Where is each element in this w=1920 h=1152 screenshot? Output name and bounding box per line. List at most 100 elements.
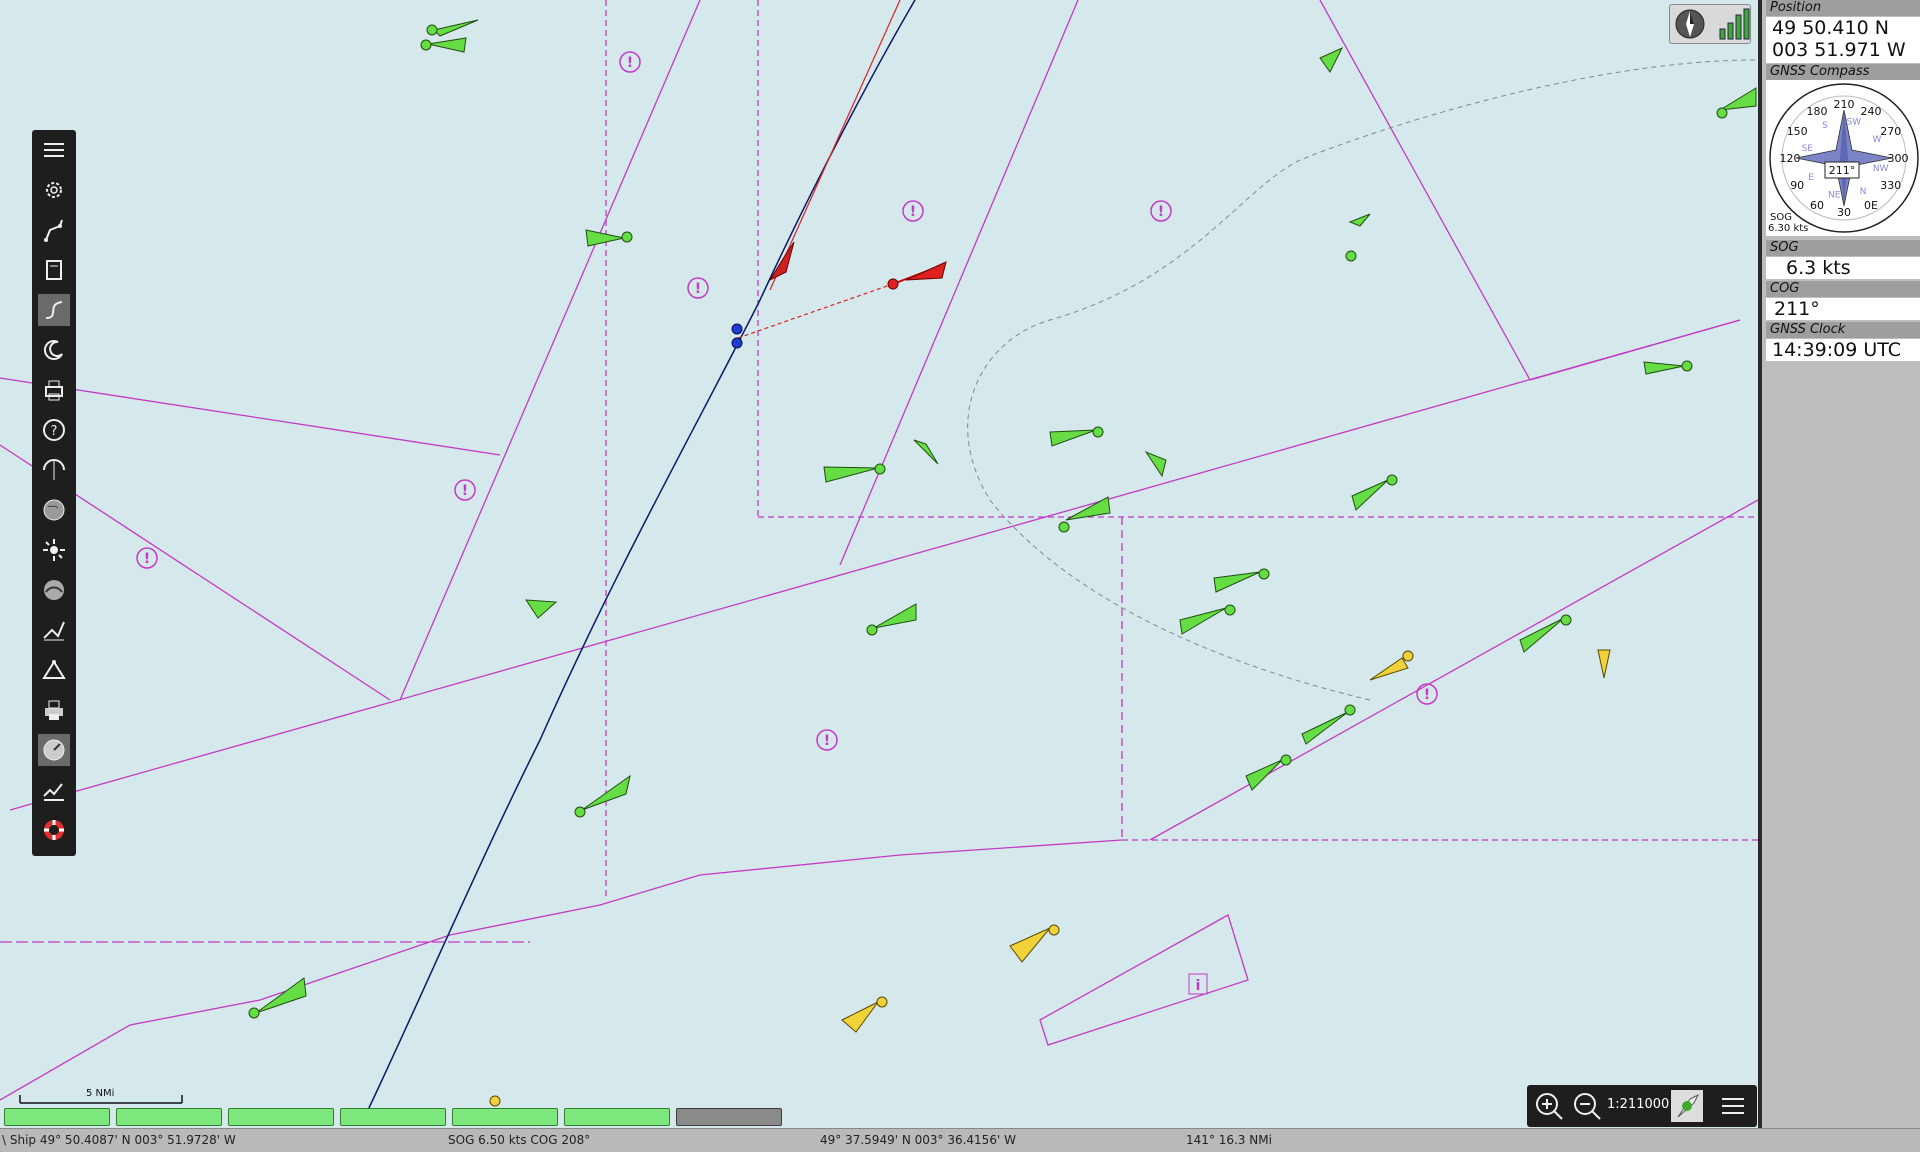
svg-text:!: ! <box>1424 687 1430 703</box>
main-toolbar: ? <box>32 130 76 856</box>
compass-sog-value: 6.30 kts <box>1768 223 1808 234</box>
caution-marks: !!! !!! !! <box>144 55 1430 749</box>
compass-title: GNSS Compass <box>1766 64 1920 80</box>
own-ship-icon[interactable] <box>768 241 795 282</box>
own-ship-fix <box>731 323 743 335</box>
sun-icon[interactable] <box>38 534 70 566</box>
traffic-lanes <box>0 0 1758 1101</box>
status-cursor-position: 49° 37.5949' N 003° 36.4156' W <box>820 1133 1016 1147</box>
waypoint-icon[interactable] <box>38 654 70 686</box>
piano-key[interactable] <box>4 1108 110 1126</box>
route-icon[interactable] <box>38 214 70 246</box>
piano-key[interactable] <box>228 1108 334 1126</box>
tide-icon[interactable] <box>38 574 70 606</box>
piano-key[interactable] <box>676 1108 782 1126</box>
document-icon[interactable] <box>38 254 70 286</box>
ais-targets-yellow[interactable] <box>489 649 1611 1107</box>
compass-dial-label: 330 <box>1880 179 1901 192</box>
logbook-icon[interactable] <box>38 774 70 806</box>
compass-rose-icon: 2102402703003300E306090120150180 SWWNWNN… <box>1768 83 1919 234</box>
position-title: Position <box>1766 0 1920 16</box>
sog-value: 6.3 kts <box>1766 257 1920 279</box>
heading-line <box>769 0 901 291</box>
cog-value: 211° <box>1766 298 1920 320</box>
scale-bar-label: 5 NMi <box>86 1088 115 1099</box>
print-icon[interactable] <box>38 374 70 406</box>
compass-cardinal-label: S <box>1822 121 1828 131</box>
compass-heading: 211° <box>1829 164 1856 177</box>
status-sog-cog: SOG 6.50 kts COG 208° <box>448 1133 591 1147</box>
compass-dial-label: 30 <box>1837 206 1851 219</box>
track-icon[interactable] <box>38 294 70 326</box>
compass-cardinal-label: SW <box>1846 117 1861 127</box>
status-bar: \ Ship 49° 50.4087' N 003° 51.9728' W SO… <box>0 1128 1920 1152</box>
compass-cardinal-label: NE <box>1828 191 1841 201</box>
nautical-chart[interactable]: !!! !!! !! i 5 NMi ? 1:211000 <box>0 0 1758 1128</box>
ais-targets-green[interactable] <box>248 19 1757 1019</box>
compass-cardinal-label: SE <box>1802 144 1814 154</box>
piano-key[interactable] <box>452 1108 558 1126</box>
status-icons <box>1669 4 1751 44</box>
clock-value: 14:39:09 UTC <box>1766 339 1920 361</box>
dashboard-panel[interactable]: Position 49 50.410 N 003 51.971 W GNSS C… <box>1758 0 1920 1128</box>
dashboard-icon[interactable] <box>38 734 70 766</box>
scale-label: 1:211000 <box>1607 1097 1670 1112</box>
caution-symbols <box>136 51 1438 751</box>
sog-title: SOG <box>1766 240 1920 256</box>
svg-text:?: ? <box>51 424 58 439</box>
gps-signal-icon <box>1719 8 1750 40</box>
compass-dial-label: 270 <box>1880 125 1901 138</box>
compass-dial-label: 210 <box>1834 98 1855 111</box>
svg-text:!: ! <box>144 551 150 567</box>
svg-text:!: ! <box>910 204 916 220</box>
ship-track <box>367 0 916 1111</box>
compass-dial-label: 90 <box>1790 179 1804 192</box>
depth-contour <box>967 59 1756 701</box>
compass-cardinal-label: W <box>1872 135 1881 145</box>
position-lon: 003 51.971 W <box>1772 39 1906 61</box>
chart-canvas[interactable]: !!! !!! !! i <box>0 0 1758 1128</box>
piano-key[interactable] <box>564 1108 670 1126</box>
clock-title: GNSS Clock <box>1766 322 1920 338</box>
compass-dial-label: 60 <box>1810 199 1824 212</box>
ais-target-danger[interactable] <box>887 261 947 290</box>
svg-text:!: ! <box>462 483 468 499</box>
lifebuoy-icon[interactable] <box>38 814 70 846</box>
piano-key[interactable] <box>116 1108 222 1126</box>
globe-icon[interactable] <box>38 494 70 526</box>
compass-north-icon <box>1675 9 1705 39</box>
gnss-compass: 210 240 270 300 330 0E 30 60 90 120 150 180 SW W NW N N… <box>1766 80 1920 236</box>
svg-text:i: i <box>1196 978 1201 994</box>
cpa-line <box>737 284 891 339</box>
zoom-in-button[interactable] <box>1533 1090 1565 1122</box>
compass-dial-label: 0E <box>1864 199 1878 212</box>
scale-bar: 5 NMi <box>18 1088 184 1104</box>
menu-icon[interactable] <box>38 134 70 166</box>
zoom-controls: 1:211000 <box>1527 1085 1757 1127</box>
help-icon[interactable]: ? <box>38 414 70 446</box>
follow-ship-button[interactable] <box>1671 1090 1703 1122</box>
settings-icon[interactable] <box>38 174 70 206</box>
night-mode-icon[interactable] <box>38 334 70 366</box>
status-ship-position: \ Ship 49° 50.4087' N 003° 51.9728' W <box>2 1133 236 1147</box>
info-symbol: i <box>1188 973 1208 995</box>
svg-text:!: ! <box>695 281 701 297</box>
position-lat: 49 50.410 N <box>1772 17 1889 39</box>
ais-icon[interactable] <box>38 454 70 486</box>
cog-title: COG <box>1766 281 1920 297</box>
compass-dial-label: 180 <box>1807 105 1828 118</box>
printer-icon[interactable] <box>38 694 70 726</box>
compass-dial-label: 150 <box>1787 125 1808 138</box>
svg-text:!: ! <box>627 55 633 71</box>
status-bearing-distance: 141° 16.3 NMi <box>1186 1133 1272 1147</box>
compass-sog-label: SOG <box>1770 212 1792 223</box>
own-ship-fix-2 <box>731 337 743 349</box>
menu-button[interactable] <box>1717 1090 1749 1122</box>
svg-text:!: ! <box>1158 204 1164 220</box>
piano-key[interactable] <box>340 1108 446 1126</box>
position-value: 49 50.410 N 003 51.971 W <box>1766 17 1920 63</box>
svg-text:!: ! <box>824 733 830 749</box>
compass-dial-label: 240 <box>1861 105 1882 118</box>
zoom-out-button[interactable] <box>1571 1090 1603 1122</box>
route-manager-icon[interactable] <box>38 614 70 646</box>
